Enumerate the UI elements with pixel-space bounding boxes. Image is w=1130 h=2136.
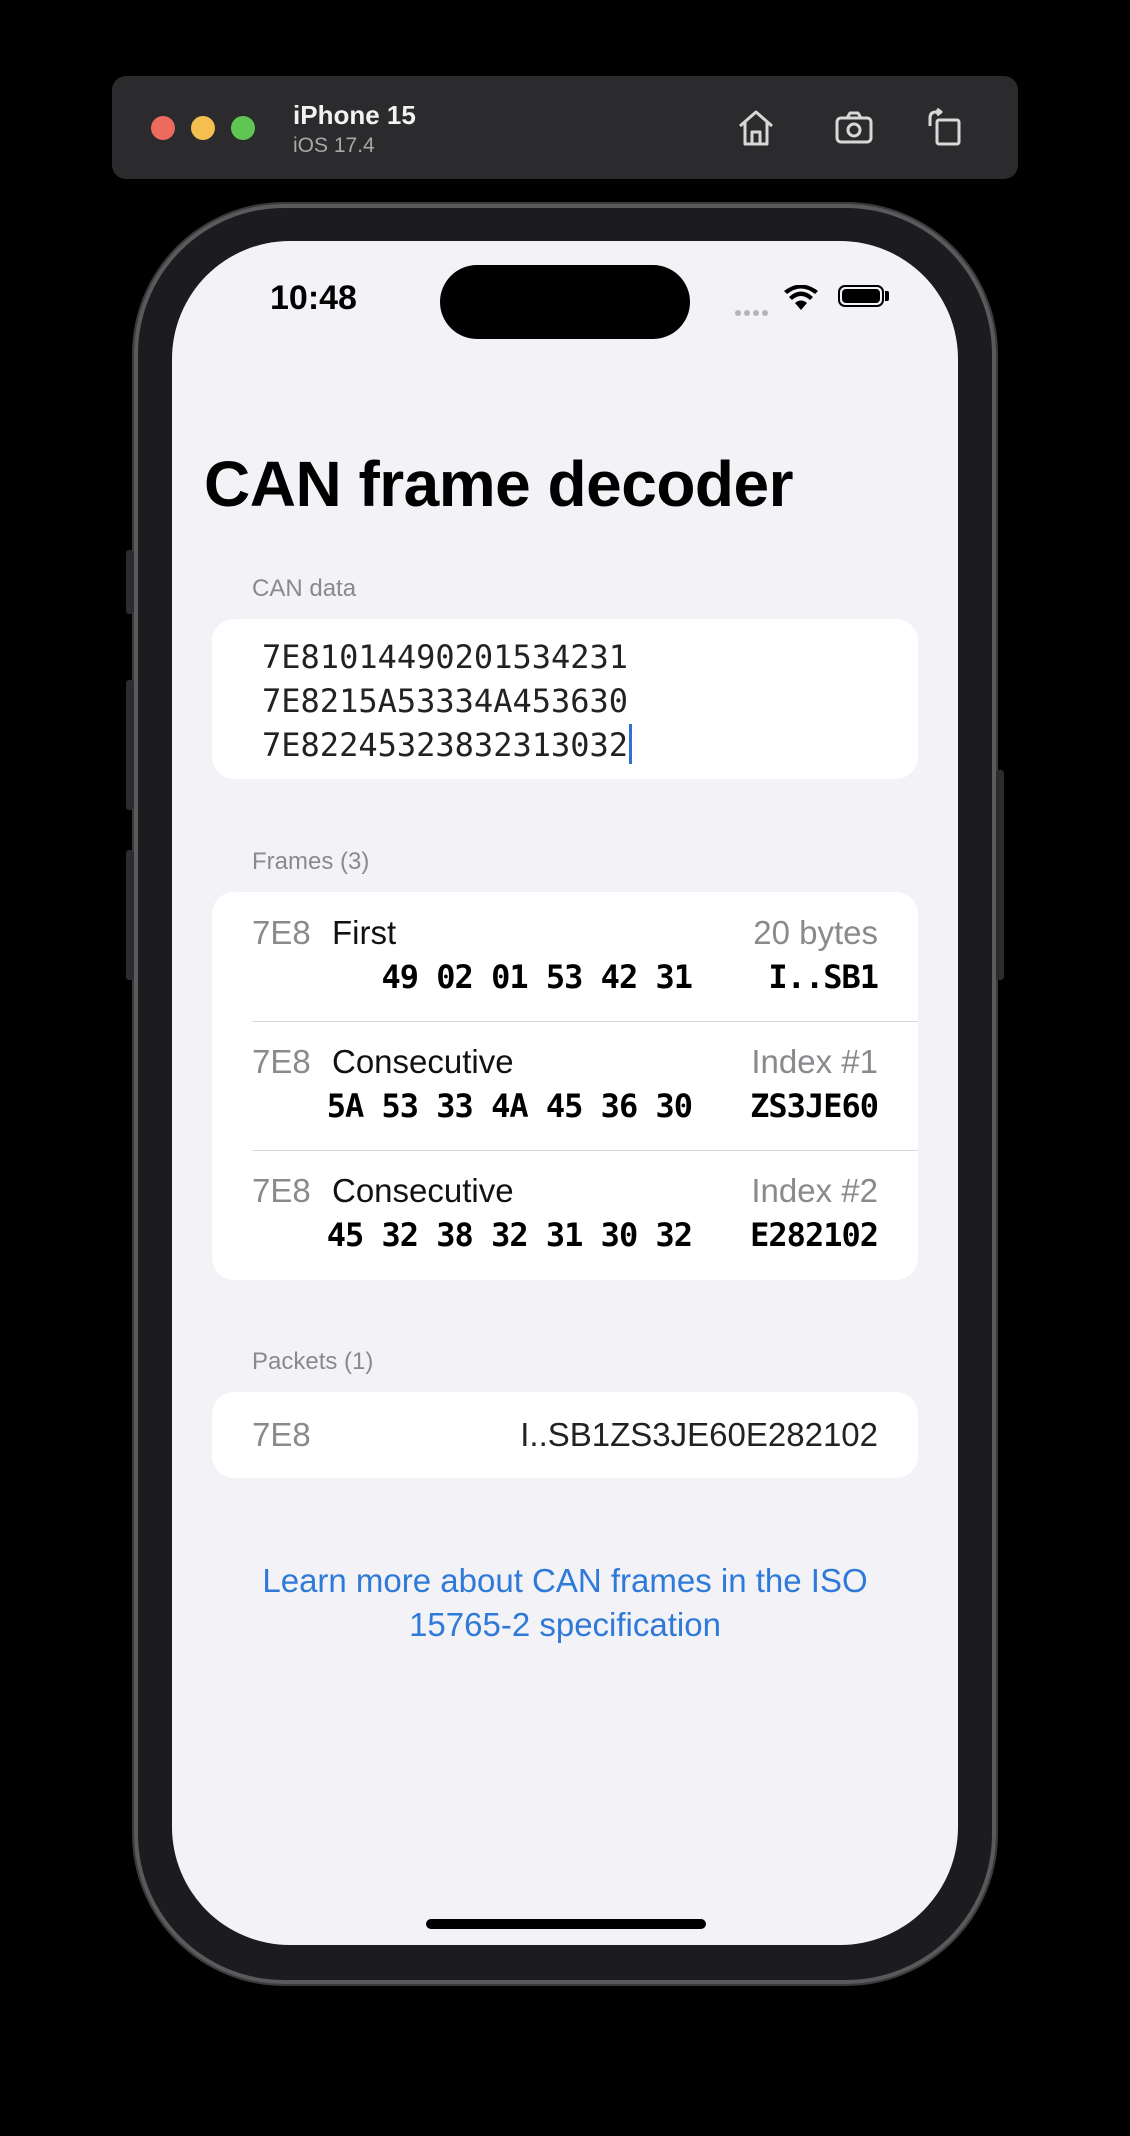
os-version: iOS 17.4 [293, 134, 375, 157]
frame-meta: 20 bytes [753, 914, 878, 951]
packets-list: 7E8 I..SB1ZS3JE60E282102 [212, 1392, 918, 1478]
frame-id: 7E8 [252, 1172, 311, 1209]
frame-row[interactable]: 7E8 Consecutive Index #2 45 32 38 32 31 … [212, 1150, 918, 1279]
close-window-button[interactable] [151, 116, 175, 140]
battery-cap [885, 291, 889, 301]
frame-type: Consecutive [332, 1043, 514, 1080]
page-title: CAN frame decoder [204, 448, 794, 520]
cellular-signal-icon [735, 303, 771, 321]
frames-label: Frames (3) [252, 848, 370, 875]
frame-ascii: ZS3JE60 [750, 1087, 879, 1125]
battery-icon [838, 285, 884, 307]
home-icon[interactable] [732, 104, 780, 152]
can-data-text[interactable]: 7E81014490201534231 7E8215A53334A453630 … [262, 635, 633, 767]
frame-id: 7E8 [252, 914, 311, 951]
can-data-line-2: 7E8215A53334A453630 [262, 682, 629, 720]
home-indicator[interactable] [426, 1919, 706, 1929]
zoom-window-button[interactable] [231, 116, 255, 140]
dynamic-island [440, 265, 690, 339]
frame-meta: Index #2 [751, 1172, 878, 1209]
minimize-window-button[interactable] [191, 116, 215, 140]
frame-ascii: E282102 [750, 1216, 879, 1254]
frames-list: 7E8 First 20 bytes 49 02 01 53 42 31 I..… [212, 892, 918, 1280]
wifi-icon [784, 284, 818, 316]
can-data-label: CAN data [252, 575, 357, 602]
frame-bytes: 45 32 38 32 31 30 32 [326, 1216, 693, 1254]
frame-type: Consecutive [332, 1172, 514, 1209]
can-data-line-3: 7E82245323832313032 [262, 726, 629, 764]
simulator-toolbar: iPhone 15 iOS 17.4 [112, 76, 1018, 179]
frame-bytes: 5A 53 33 4A 45 36 30 [326, 1087, 693, 1125]
volume-down-button [126, 850, 134, 980]
can-data-line-1: 7E81014490201534231 [262, 638, 629, 676]
device-name: iPhone 15 [293, 100, 416, 130]
frame-row[interactable]: 7E8 First 20 bytes 49 02 01 53 42 31 I..… [212, 892, 918, 1021]
text-caret [629, 724, 633, 764]
packet-id: 7E8 [252, 1416, 311, 1453]
frame-meta: Index #1 [751, 1043, 878, 1080]
action-button [126, 550, 134, 614]
packet-value[interactable]: I..SB1ZS3JE60E282102 [520, 1416, 878, 1454]
frame-bytes: 49 02 01 53 42 31 [381, 958, 693, 996]
can-data-input[interactable]: 7E81014490201534231 7E8215A53334A453630 … [212, 619, 918, 779]
rotate-icon[interactable] [920, 104, 968, 152]
frame-ascii: I..SB1 [768, 958, 879, 996]
packets-label: Packets (1) [252, 1348, 374, 1375]
status-time: 10:48 [270, 279, 357, 317]
power-button [996, 770, 1004, 980]
frame-id: 7E8 [252, 1043, 311, 1080]
phone-screen: 10:48 CAN frame decoder CAN data 7E81014… [172, 241, 958, 1945]
frame-type: First [332, 914, 397, 951]
volume-up-button [126, 680, 134, 810]
frame-row[interactable]: 7E8 Consecutive Index #1 5A 53 33 4A 45 … [212, 1021, 918, 1150]
screenshot-icon[interactable] [830, 104, 878, 152]
learn-more-link[interactable]: Learn more about CAN frames in the ISO 1… [232, 1559, 898, 1647]
